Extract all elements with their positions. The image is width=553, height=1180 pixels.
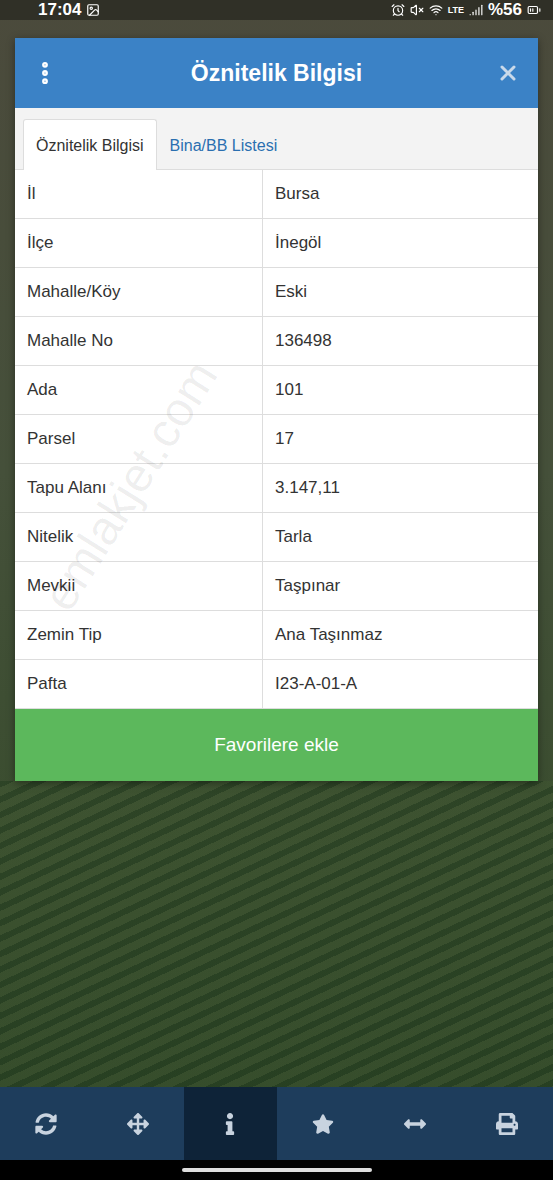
row-value: 136498 bbox=[263, 317, 538, 365]
row-value: Bursa bbox=[263, 170, 538, 218]
row-value: 17 bbox=[263, 415, 538, 463]
toolbar-button[interactable] bbox=[92, 1087, 184, 1160]
table-row: Zemin TipAna Taşınmaz bbox=[15, 611, 538, 660]
table-row: İlBursa bbox=[15, 170, 538, 219]
wifi-icon bbox=[429, 3, 443, 17]
alarm-icon bbox=[391, 3, 405, 17]
move-icon bbox=[127, 1113, 149, 1135]
add-favorites-button[interactable]: Favorilere ekle bbox=[15, 709, 538, 781]
mute-icon bbox=[410, 3, 424, 17]
star-icon bbox=[312, 1113, 334, 1135]
row-label: Pafta bbox=[15, 660, 263, 708]
row-label: İlçe bbox=[15, 219, 263, 267]
row-label: Ada bbox=[15, 366, 263, 414]
dialog-title: Öznitelik Bilgisi bbox=[75, 60, 478, 87]
row-value: Taşpınar bbox=[263, 562, 538, 610]
table-row: Mahalle No136498 bbox=[15, 317, 538, 366]
table-row: NitelikTarla bbox=[15, 513, 538, 562]
row-label: Parsel bbox=[15, 415, 263, 463]
printer-icon bbox=[496, 1113, 518, 1135]
tab-bar: Öznitelik BilgisiBina/BB Listesi bbox=[15, 108, 538, 170]
row-label: Mevkii bbox=[15, 562, 263, 610]
row-value: 3.147,11 bbox=[263, 464, 538, 512]
satellite-map[interactable] bbox=[0, 781, 553, 1087]
refresh-icon bbox=[35, 1113, 57, 1135]
battery-level: %56 bbox=[488, 0, 522, 20]
row-label: Tapu Alanı bbox=[15, 464, 263, 512]
battery-icon bbox=[527, 3, 541, 17]
toolbar-button[interactable] bbox=[184, 1087, 276, 1160]
toolbar-button[interactable] bbox=[369, 1087, 461, 1160]
row-label: Mahalle/Köy bbox=[15, 268, 263, 316]
row-label: Nitelik bbox=[15, 513, 263, 561]
dialog-header: Öznitelik Bilgisi bbox=[15, 38, 538, 108]
info-icon bbox=[219, 1113, 241, 1135]
status-time: 17:04 bbox=[38, 0, 81, 20]
image-icon bbox=[86, 3, 100, 17]
signal-icon bbox=[469, 3, 483, 17]
tab[interactable]: Öznitelik Bilgisi bbox=[23, 119, 157, 170]
bottom-toolbar bbox=[0, 1087, 553, 1160]
row-label: Mahalle No bbox=[15, 317, 263, 365]
row-value: Eski bbox=[263, 268, 538, 316]
navigation-bar bbox=[0, 1160, 553, 1180]
row-value: 101 bbox=[263, 366, 538, 414]
table-row: Mahalle/KöyEski bbox=[15, 268, 538, 317]
attribute-table: İlBursaİlçeİnegölMahalle/KöyEskiMahalle … bbox=[15, 170, 538, 709]
status-bar: 17:04 LTE %56 bbox=[0, 0, 553, 20]
row-label: Zemin Tip bbox=[15, 611, 263, 659]
row-value: I23-A-01-A bbox=[263, 660, 538, 708]
table-row: Tapu Alanı3.147,11 bbox=[15, 464, 538, 513]
home-indicator[interactable] bbox=[182, 1168, 372, 1172]
network-type: LTE bbox=[448, 5, 464, 15]
row-value: İnegöl bbox=[263, 219, 538, 267]
table-row: MevkiiTaşpınar bbox=[15, 562, 538, 611]
attribute-dialog: Öznitelik BilgisiÖznitelik BilgisiBina/B… bbox=[15, 38, 538, 781]
menu-icon[interactable] bbox=[31, 59, 59, 87]
arrows-horizontal-icon bbox=[404, 1113, 426, 1135]
row-value: Ana Taşınmaz bbox=[263, 611, 538, 659]
row-label: İl bbox=[15, 170, 263, 218]
close-icon[interactable] bbox=[496, 61, 520, 85]
table-row: Ada101 bbox=[15, 366, 538, 415]
table-row: PaftaI23-A-01-A bbox=[15, 660, 538, 709]
phone-screen: 17:04LTE%56Öznitelik BilgisiÖznitelik Bi… bbox=[0, 0, 553, 1180]
tab[interactable]: Bina/BB Listesi bbox=[157, 119, 291, 170]
toolbar-button[interactable] bbox=[277, 1087, 369, 1160]
toolbar-button[interactable] bbox=[461, 1087, 553, 1160]
table-row: Parsel17 bbox=[15, 415, 538, 464]
toolbar-button[interactable] bbox=[0, 1087, 92, 1160]
table-row: İlçeİnegöl bbox=[15, 219, 538, 268]
row-value: Tarla bbox=[263, 513, 538, 561]
watermark: emlakjet.com bbox=[32, 351, 228, 620]
